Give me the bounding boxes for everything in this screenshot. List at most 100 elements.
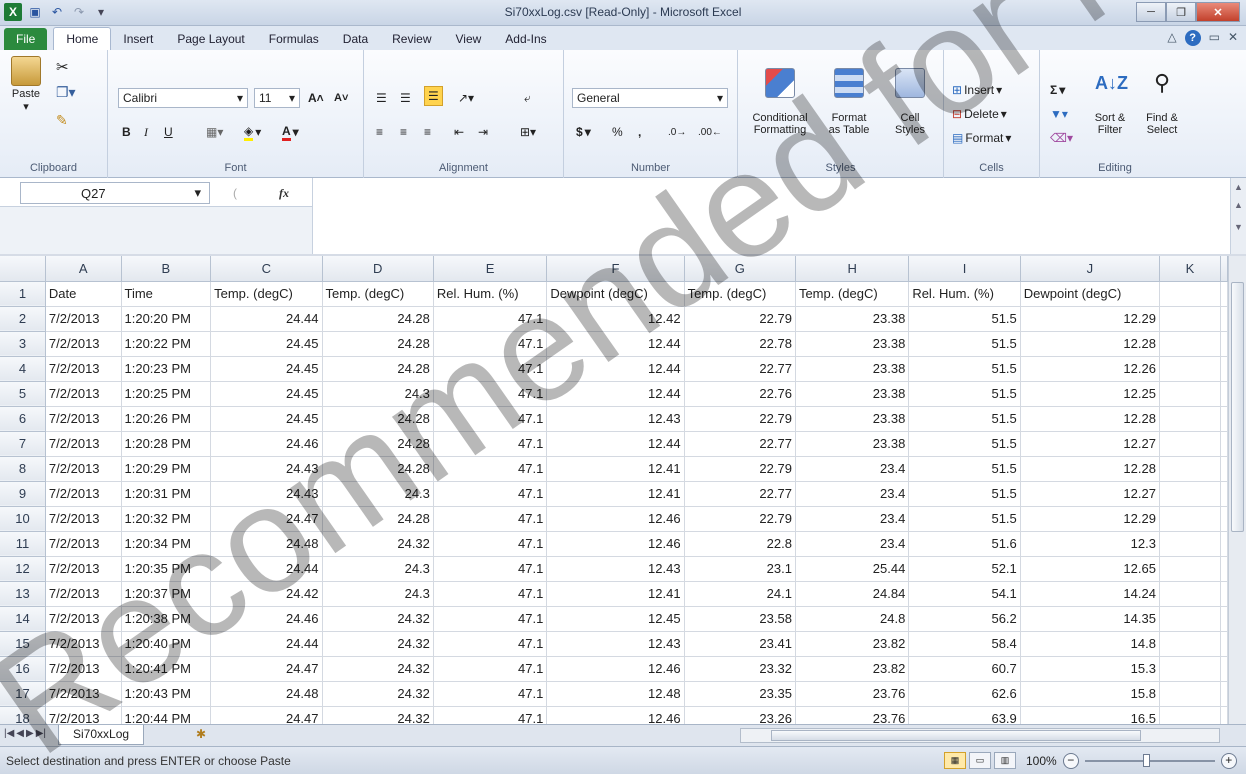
cell-e15[interactable]: 47.1: [433, 631, 548, 657]
cell-k7[interactable]: [1159, 431, 1222, 457]
tab-data[interactable]: Data: [331, 28, 380, 50]
cell-j4[interactable]: 12.26: [1020, 356, 1160, 382]
cell-k17[interactable]: [1159, 681, 1222, 707]
cell-f4[interactable]: 12.44: [546, 356, 685, 382]
align-top-icon[interactable]: ☰: [376, 88, 387, 108]
shrink-font-button[interactable]: A˅: [334, 88, 348, 108]
cell-c11[interactable]: 24.48: [210, 531, 323, 557]
cell-c8[interactable]: 24.43: [210, 456, 323, 482]
zoom-in-icon[interactable]: +: [1220, 753, 1237, 769]
cell-c15[interactable]: 24.44: [210, 631, 323, 657]
tab-home[interactable]: Home: [53, 27, 112, 50]
cell-h3[interactable]: 23.38: [795, 331, 910, 357]
cell-d11[interactable]: 24.32: [322, 531, 434, 557]
cell-d15[interactable]: 24.32: [322, 631, 434, 657]
underline-button[interactable]: U: [164, 122, 173, 142]
cell-a14[interactable]: 7/2/2013: [45, 606, 122, 632]
worksheet-grid[interactable]: ABCDEFGHIJK 1 Date Time Temp. (degC) Temp. (…: [0, 256, 1228, 724]
cell-e11[interactable]: 47.1: [433, 531, 548, 557]
cell-c5[interactable]: 24.45: [210, 381, 323, 407]
row-header[interactable]: 18: [0, 706, 46, 724]
cell-h9[interactable]: 23.4: [795, 481, 910, 507]
cell-a4[interactable]: 7/2/2013: [45, 356, 122, 382]
cell-b14[interactable]: 1:20:38 PM: [121, 606, 212, 632]
cell-f17[interactable]: 12.48: [546, 681, 685, 707]
cell-c12[interactable]: 24.44: [210, 556, 323, 582]
cell-i10[interactable]: 51.5: [908, 506, 1021, 532]
cell-d8[interactable]: 24.28: [322, 456, 434, 482]
italic-button[interactable]: I: [144, 122, 148, 142]
row-header[interactable]: 15: [0, 631, 46, 657]
cell-e18[interactable]: 47.1: [433, 706, 548, 724]
cell-b2[interactable]: 1:20:20 PM: [121, 306, 212, 332]
cell-i13[interactable]: 54.1: [908, 581, 1021, 607]
cell-a8[interactable]: 7/2/2013: [45, 456, 122, 482]
help-icon[interactable]: ?: [1184, 30, 1201, 46]
cell-i4[interactable]: 51.5: [908, 356, 1021, 382]
cell-f10[interactable]: 12.46: [546, 506, 685, 532]
bold-button[interactable]: B: [122, 122, 131, 142]
cell-i18[interactable]: 63.9: [908, 706, 1021, 724]
font-size-select[interactable]: 11 ▾: [254, 88, 300, 108]
clear-icon[interactable]: ⌫▾: [1050, 128, 1073, 148]
wrap-text-icon[interactable]: ⤶: [524, 88, 531, 108]
cell-i1[interactable]: Rel. Hum. (%): [908, 281, 1021, 307]
cell-a15[interactable]: 7/2/2013: [45, 631, 122, 657]
cell-j5[interactable]: 12.25: [1020, 381, 1160, 407]
format-cells-button[interactable]: ▤ Format ▾: [952, 128, 1011, 148]
decrease-decimal-icon[interactable]: .00←: [698, 122, 722, 142]
row-header[interactable]: 1: [0, 281, 46, 307]
row-header[interactable]: 13: [0, 581, 46, 607]
cell-b10[interactable]: 1:20:32 PM: [121, 506, 212, 532]
cell-b15[interactable]: 1:20:40 PM: [121, 631, 212, 657]
cell-e8[interactable]: 47.1: [433, 456, 548, 482]
cell-i6[interactable]: 51.5: [908, 406, 1021, 432]
align-center-icon[interactable]: ≡: [400, 122, 407, 142]
horizontal-scroll-thumb[interactable]: [771, 730, 1141, 741]
cell-k9[interactable]: [1159, 481, 1222, 507]
font-color-icon[interactable]: A ▾: [282, 122, 299, 142]
cell-a7[interactable]: 7/2/2013: [45, 431, 122, 457]
cell-j6[interactable]: 12.28: [1020, 406, 1160, 432]
cell-f16[interactable]: 12.46: [546, 656, 685, 682]
cell-j12[interactable]: 12.65: [1020, 556, 1160, 582]
tab-file[interactable]: File: [4, 28, 48, 50]
cell-f11[interactable]: 12.46: [546, 531, 685, 557]
cell-c6[interactable]: 24.45: [210, 406, 323, 432]
cell-b18[interactable]: 1:20:44 PM: [121, 706, 212, 724]
cell-g2[interactable]: 22.79: [684, 306, 796, 332]
restore-workbook-icon[interactable]: ▭: [1209, 30, 1220, 46]
cell-e3[interactable]: 47.1: [433, 331, 548, 357]
cell-g7[interactable]: 22.77: [684, 431, 796, 457]
column-header-e[interactable]: E: [433, 256, 548, 282]
cell-g12[interactable]: 23.1: [684, 556, 796, 582]
cell-g16[interactable]: 23.32: [684, 656, 796, 682]
cell-d13[interactable]: 24.3: [322, 581, 434, 607]
paste-button[interactable]: Paste ▾: [6, 56, 46, 113]
cut-icon[interactable]: ✂: [56, 58, 69, 76]
format-as-table-button[interactable]: Format as Table: [818, 56, 880, 136]
row-header[interactable]: 16: [0, 656, 46, 682]
cell-k13[interactable]: [1159, 581, 1222, 607]
find-select-button[interactable]: ⚲ Find & Select: [1138, 56, 1186, 136]
cell-b5[interactable]: 1:20:25 PM: [121, 381, 212, 407]
cell-h14[interactable]: 24.8: [795, 606, 910, 632]
cell-c18[interactable]: 24.47: [210, 706, 323, 724]
cell-c1[interactable]: Temp. (degC): [210, 281, 323, 307]
cell-b1[interactable]: Time: [121, 281, 212, 307]
column-header-g[interactable]: G: [684, 256, 796, 282]
cell-i11[interactable]: 51.6: [908, 531, 1021, 557]
cell-j9[interactable]: 12.27: [1020, 481, 1160, 507]
cell-a13[interactable]: 7/2/2013: [45, 581, 122, 607]
row-header[interactable]: 7: [0, 431, 46, 457]
cell-j15[interactable]: 14.8: [1020, 631, 1160, 657]
conditional-formatting-button[interactable]: Conditional Formatting: [744, 56, 816, 136]
cell-g8[interactable]: 22.79: [684, 456, 796, 482]
zoom-slider[interactable]: [1084, 754, 1215, 767]
sort-filter-button[interactable]: A↓Z Sort & Filter: [1086, 56, 1134, 136]
cell-c7[interactable]: 24.46: [210, 431, 323, 457]
cell-e9[interactable]: 47.1: [433, 481, 548, 507]
close-workbook-icon[interactable]: ✕: [1228, 30, 1238, 46]
row-header[interactable]: 14: [0, 606, 46, 632]
cell-g18[interactable]: 23.26: [684, 706, 796, 724]
